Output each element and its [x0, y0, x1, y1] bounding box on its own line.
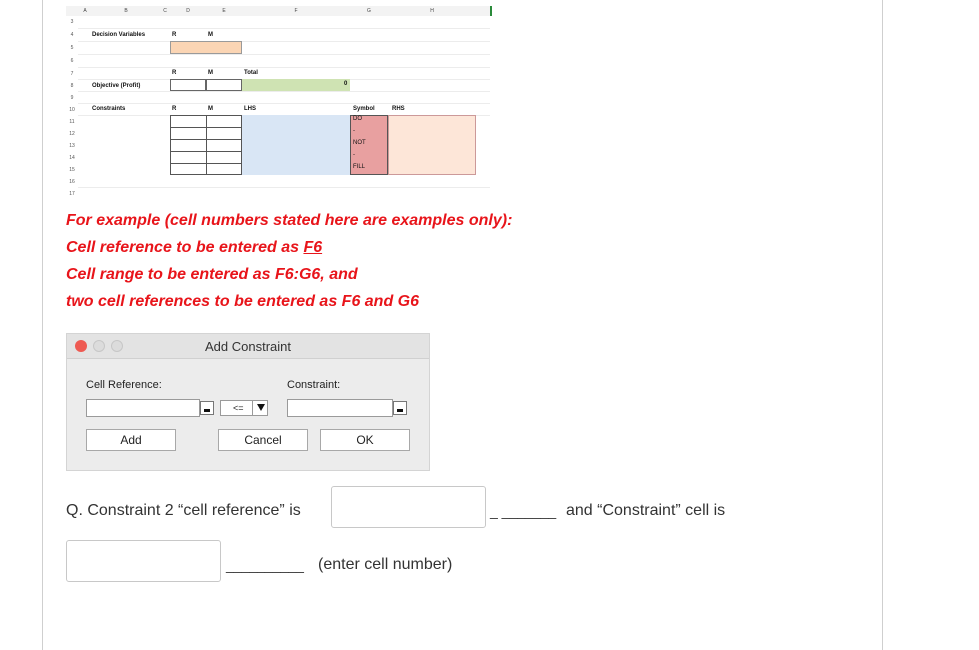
- answer-input-1[interactable]: [331, 486, 486, 528]
- question-suffix-text: (enter cell number): [318, 556, 453, 573]
- col-header-g: G: [350, 6, 389, 16]
- row-number: 7: [70, 71, 74, 77]
- row-number: 6: [70, 58, 74, 64]
- col-header-b: B: [92, 6, 161, 16]
- chevron-down-icon: [257, 404, 265, 411]
- objective-label: Objective (Profit): [92, 83, 141, 89]
- r-header: R: [172, 106, 177, 112]
- row-number: 14: [69, 155, 75, 161]
- m-header: M: [208, 70, 213, 76]
- answer-blank-2: __________: [226, 557, 304, 573]
- instruction-line-3: Cell range to be entered as F6:G6, and: [66, 266, 358, 283]
- add-constraint-dialog-image: Add Constraint Cell Reference: Constrain…: [66, 333, 430, 471]
- symbol-value: DO: [353, 116, 362, 122]
- row-number: 9: [70, 95, 74, 101]
- m-header: M: [208, 106, 213, 112]
- r-header: R: [172, 32, 177, 38]
- rhs-header: RHS: [392, 106, 405, 112]
- decision-variables-label: Decision Variables: [92, 32, 146, 38]
- row-number: 11: [69, 119, 75, 125]
- dialog-titlebar: Add Constraint: [67, 334, 429, 359]
- total-value: 0: [344, 81, 348, 87]
- row-number: 3: [70, 19, 74, 25]
- m-header: M: [208, 32, 213, 38]
- question-text: Q. Constraint 2 “cell reference” is: [66, 502, 301, 519]
- range-picker-icon: [393, 401, 407, 415]
- col-header-f: F: [242, 6, 351, 16]
- add-button-image: Add: [86, 429, 176, 451]
- objective-m-cell: [206, 79, 242, 91]
- operator-select-image: <=: [220, 400, 268, 416]
- answer-input-2[interactable]: [66, 540, 221, 582]
- total-cell: [242, 79, 350, 91]
- instruction-line-1: For example (cell numbers stated here ar…: [66, 212, 513, 229]
- r-header: R: [172, 70, 177, 76]
- row-number: 13: [69, 143, 75, 149]
- instruction-line-2-prefix: Cell reference to be entered as: [66, 239, 304, 256]
- decision-variable-cells: [170, 41, 242, 54]
- lhs-header: LHS: [244, 106, 256, 112]
- instruction-example-f6: F6: [303, 239, 323, 256]
- total-header: Total: [244, 70, 258, 76]
- spreadsheet-image: A B C D E F G H 3 4 5 6 7 8 9 10 11 12 1…: [66, 6, 492, 198]
- symbol-header: Symbol: [353, 106, 375, 112]
- operator-value: <=: [233, 403, 244, 413]
- row-number: 10: [69, 107, 75, 113]
- constraint-field-image: [287, 399, 393, 417]
- range-picker-icon: [200, 401, 214, 415]
- row-number: 15: [69, 167, 75, 173]
- lhs-cells: [242, 115, 350, 175]
- rhs-cells: [388, 115, 476, 175]
- answer-blank-1: _ _______: [490, 503, 557, 519]
- col-header-a: A: [78, 6, 93, 16]
- question-middle-text: and “Constraint” cell is: [566, 502, 726, 519]
- symbol-value: FILL: [353, 164, 366, 170]
- cell-reference-label: Cell Reference:: [86, 379, 162, 391]
- symbol-value: -: [353, 128, 355, 134]
- col-header-h: H: [388, 6, 477, 16]
- instruction-line-2: Cell reference to be entered as F6: [66, 239, 322, 257]
- ok-button-image: OK: [320, 429, 410, 451]
- col-header-e: E: [206, 6, 243, 16]
- constraints-label: Constraints: [92, 106, 126, 112]
- dialog-title: Add Constraint: [205, 339, 291, 354]
- symbol-value: -: [353, 152, 355, 158]
- row-number: 8: [70, 83, 74, 89]
- row-number: 17: [69, 191, 75, 197]
- constraint-label: Constraint:: [287, 379, 341, 391]
- objective-r-cell: [170, 79, 206, 91]
- row-number: 5: [70, 45, 74, 51]
- row-number: 12: [69, 131, 75, 137]
- row-number: 16: [69, 179, 75, 185]
- row-number: 4: [70, 32, 74, 38]
- col-header-d: D: [170, 6, 207, 16]
- cell-reference-field-image: [86, 399, 200, 417]
- instruction-line-4: two cell references to be entered as F6 …: [66, 293, 420, 310]
- cancel-button-image: Cancel: [218, 429, 308, 451]
- symbol-value: NOT: [353, 140, 366, 146]
